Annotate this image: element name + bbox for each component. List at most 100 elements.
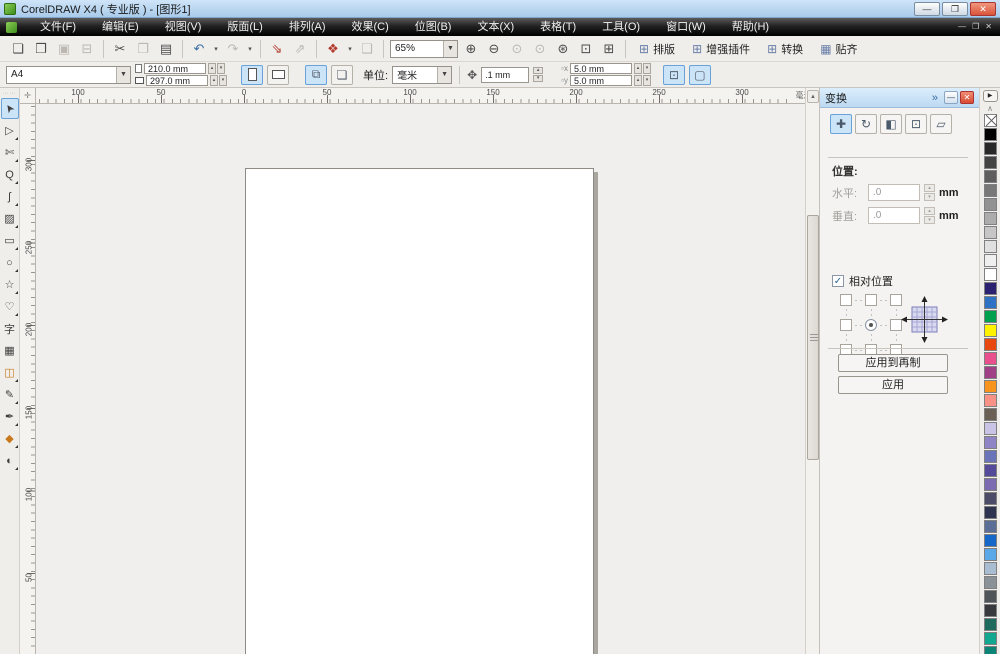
color-swatch-9[interactable]	[983, 240, 997, 253]
table-tool[interactable]: ▦	[1, 340, 19, 361]
mdi-close-button[interactable]: ✕	[985, 19, 992, 35]
color-swatch-23[interactable]	[983, 436, 997, 449]
color-swatch-26[interactable]	[983, 478, 997, 491]
duplicate-x-field[interactable]: 5.0 mm	[569, 63, 632, 74]
menu-item-9[interactable]: 工具(O)	[589, 18, 653, 36]
chevron-down-icon[interactable]: ▼	[116, 66, 130, 83]
transform-position-button[interactable]: ✚	[830, 114, 852, 134]
color-swatch-37[interactable]	[983, 632, 997, 645]
color-swatch-24[interactable]	[983, 450, 997, 463]
zoom-width-icon[interactable]: ⊞	[599, 39, 619, 59]
open-icon[interactable]: ❒	[31, 39, 51, 59]
rectangle-tool[interactable]: ▭	[1, 230, 19, 251]
zoom-out-icon[interactable]: ⊖	[484, 39, 504, 59]
eyedropper-tool[interactable]: ✎	[1, 384, 19, 405]
transform-scale-mirror-button[interactable]: ◧	[880, 114, 902, 134]
basic-shapes-tool[interactable]: ♡	[1, 296, 19, 317]
vertical-spinner[interactable]: ▴ ▾	[924, 207, 935, 224]
horizontal-field[interactable]: .0	[868, 184, 920, 201]
menu-item-5[interactable]: 效果(C)	[339, 18, 402, 36]
color-swatch-29[interactable]	[983, 520, 997, 533]
drawing-canvas[interactable]	[36, 104, 805, 654]
chevron-down-icon[interactable]: ▾	[346, 45, 354, 53]
color-swatch-20[interactable]	[983, 394, 997, 407]
undo-icon[interactable]: ↶	[189, 39, 209, 59]
color-swatch-1[interactable]	[983, 128, 997, 141]
color-swatch-31[interactable]	[983, 548, 997, 561]
color-swatch-33[interactable]	[983, 576, 997, 589]
transform-rotate-button[interactable]: ↻	[855, 114, 877, 134]
color-swatch-36[interactable]	[983, 618, 997, 631]
zoom-page-icon[interactable]: ⊡	[576, 39, 596, 59]
current-page-button[interactable]: ❏	[331, 64, 353, 85]
menu-item-11[interactable]: 帮助(H)	[719, 18, 782, 36]
color-swatch-38[interactable]	[983, 646, 997, 654]
paper-width-spinner[interactable]: ▴ ▾	[208, 63, 225, 74]
color-swatch-28[interactable]	[983, 506, 997, 519]
smart-fill-tool[interactable]: ▨	[1, 208, 19, 229]
all-pages-button[interactable]: ⧉	[305, 64, 327, 85]
color-swatch-11[interactable]	[983, 268, 997, 281]
vertical-field[interactable]: .0	[868, 207, 920, 224]
cut-icon[interactable]: ✂	[110, 39, 130, 59]
transform-skew-button[interactable]: ▱	[930, 114, 952, 134]
color-swatch-34[interactable]	[983, 590, 997, 603]
maximize-button[interactable]: ❐	[942, 1, 968, 16]
interactive-fill-tool[interactable]: ◐	[1, 450, 19, 471]
paper-width-field[interactable]: 210.0 mm	[144, 63, 206, 74]
layout-toolbar-button[interactable]: ⊞ 排版	[632, 39, 682, 59]
menu-item-8[interactable]: 表格(T)	[527, 18, 589, 36]
treat-as-filled-button[interactable]: ▢	[688, 64, 711, 85]
text-tool[interactable]: 字	[1, 318, 19, 339]
convert-toolbar-button[interactable]: ⊞ 转换	[760, 39, 810, 59]
palette-scroll-up-icon[interactable]: ∧	[987, 104, 993, 113]
chevron-down-icon[interactable]: ▼	[437, 66, 452, 83]
scroll-up-icon[interactable]: ▲	[807, 90, 819, 103]
relative-position-checkbox[interactable]: ✓	[832, 275, 844, 287]
color-swatch-8[interactable]	[983, 226, 997, 239]
paper-height-spinner[interactable]: ▴ ▾	[210, 75, 227, 86]
zoom-tool[interactable]: Q	[1, 164, 19, 185]
color-swatch-3[interactable]	[983, 156, 997, 169]
color-swatch-27[interactable]	[983, 492, 997, 505]
color-swatch-6[interactable]	[983, 198, 997, 211]
color-swatch-12[interactable]	[983, 282, 997, 295]
mdi-minimize-button[interactable]: —	[958, 19, 966, 35]
color-swatch-7[interactable]	[983, 212, 997, 225]
color-swatch-10[interactable]	[983, 254, 997, 267]
menu-item-4[interactable]: 排列(A)	[276, 18, 339, 36]
color-swatch-25[interactable]	[983, 464, 997, 477]
menu-item-6[interactable]: 位图(B)	[402, 18, 465, 36]
duplicate-y-field[interactable]: 5.0 mm	[569, 75, 632, 86]
color-swatch-16[interactable]	[983, 338, 997, 351]
transform-size-button[interactable]: ⊡	[905, 114, 927, 134]
units-combo[interactable]: 毫米 ▼	[392, 65, 453, 84]
color-swatch-17[interactable]	[983, 352, 997, 365]
chevron-down-icon[interactable]: ▾	[212, 45, 220, 53]
zoom-level-combo[interactable]: 65% ▼	[390, 39, 458, 58]
color-swatch-2[interactable]	[983, 142, 997, 155]
menu-item-3[interactable]: 版面(L)	[214, 18, 275, 36]
mdi-restore-button[interactable]: ❐	[972, 19, 979, 35]
nudge-offset-spinner[interactable]: ▴ ▾	[533, 67, 544, 82]
docker-minimize-button[interactable]: —	[944, 91, 958, 104]
duplicate-y-spinner[interactable]: ▴ ▾	[633, 75, 651, 86]
paper-preset-combo[interactable]: A4 ▼	[6, 65, 131, 84]
docker-chevron-icon[interactable]: »	[932, 92, 938, 104]
landscape-button[interactable]	[267, 64, 289, 85]
zoom-fit-icon[interactable]: ⊛	[553, 39, 573, 59]
pick-tool[interactable]: ➤	[0, 98, 19, 119]
plugins-toolbar-button[interactable]: ⊞ 增强插件	[685, 39, 757, 59]
duplicate-x-spinner[interactable]: ▴ ▾	[633, 63, 651, 74]
anchor-checkbox-0[interactable]	[840, 294, 852, 306]
shape-tool[interactable]: ▷	[1, 120, 19, 141]
color-swatch-21[interactable]	[983, 408, 997, 421]
color-swatch-5[interactable]	[983, 184, 997, 197]
anchor-checkbox-1[interactable]	[865, 294, 877, 306]
menu-item-10[interactable]: 窗口(W)	[653, 18, 719, 36]
color-swatch-18[interactable]	[983, 366, 997, 379]
import-icon[interactable]: ⇘	[267, 39, 287, 59]
zoom-in-icon[interactable]: ⊕	[461, 39, 481, 59]
outline-pen-tool[interactable]: ✒	[1, 406, 19, 427]
ellipse-tool[interactable]: ○	[1, 252, 19, 273]
